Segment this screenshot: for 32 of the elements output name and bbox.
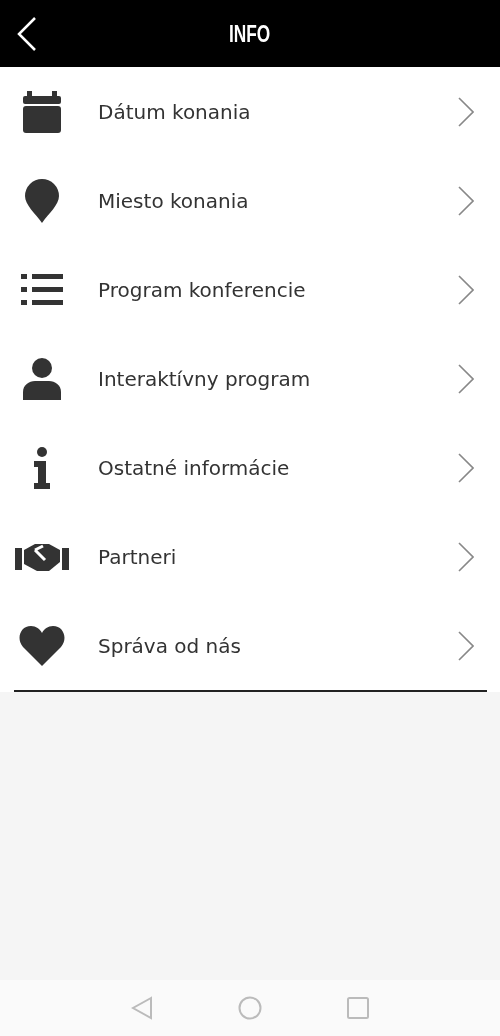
chevron-icon bbox=[458, 274, 474, 305]
menu-item[interactable]: Partneri bbox=[0, 512, 500, 601]
chevron-icon bbox=[458, 630, 474, 661]
info-icon bbox=[33, 446, 51, 489]
recents-nav-icon[interactable] bbox=[347, 997, 369, 1019]
menu-label: Partneri bbox=[98, 544, 178, 569]
menu-item[interactable]: Miesto konania bbox=[0, 156, 500, 245]
menu-label: Správa od nás bbox=[98, 633, 242, 658]
menu-item[interactable]: Dátum konania bbox=[0, 67, 500, 156]
chevron-icon bbox=[458, 96, 474, 127]
calendar-icon bbox=[23, 90, 61, 133]
menu-label: Dátum konania bbox=[98, 99, 252, 124]
screen-title: INFO bbox=[229, 19, 271, 48]
home-nav-icon[interactable] bbox=[238, 996, 262, 1020]
menu-label: Interaktívny program bbox=[98, 366, 312, 391]
menu-label: Program konferencie bbox=[98, 277, 307, 302]
menu-item[interactable]: Ostatné informácie bbox=[0, 423, 500, 512]
menu-label: Miesto konania bbox=[98, 188, 250, 213]
menu-label: Ostatné informácie bbox=[98, 455, 291, 480]
heart-icon bbox=[19, 625, 65, 666]
menu-item[interactable]: Program konferencie bbox=[0, 245, 500, 334]
chevron-icon bbox=[458, 185, 474, 216]
list-icon bbox=[21, 273, 63, 306]
chevron-icon bbox=[458, 452, 474, 483]
chevron-icon bbox=[458, 363, 474, 394]
menu-item[interactable]: Správa od nás bbox=[0, 601, 500, 690]
back-nav-icon[interactable] bbox=[131, 996, 153, 1020]
chevron-icon bbox=[458, 541, 474, 572]
menu-item[interactable]: Interaktívny program bbox=[0, 334, 500, 423]
handshake-icon bbox=[15, 541, 69, 572]
person-icon bbox=[23, 357, 61, 400]
location-pin-icon bbox=[25, 178, 59, 223]
